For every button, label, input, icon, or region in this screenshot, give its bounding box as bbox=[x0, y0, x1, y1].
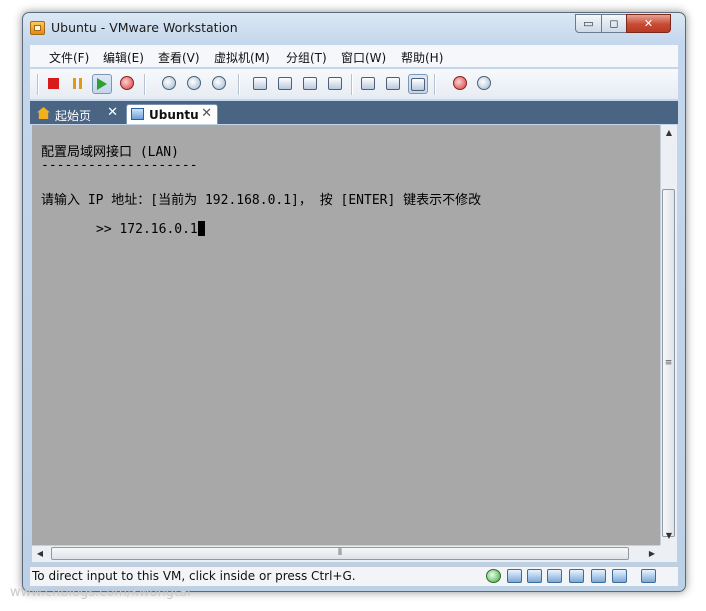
title-bar[interactable]: Ubuntu - VMware Workstation ▭ ◻ ✕ bbox=[23, 13, 685, 43]
menu-edit[interactable]: 编辑(E) bbox=[103, 49, 144, 66]
console-input: >> 172.16.0.1 bbox=[96, 222, 198, 237]
menu-team[interactable]: 分组(T) bbox=[286, 49, 327, 66]
power-off-button[interactable] bbox=[43, 74, 63, 94]
horizontal-scroll-thumb[interactable]: ⦀ bbox=[51, 547, 629, 560]
menu-help[interactable]: 帮助(H) bbox=[401, 49, 443, 66]
status-message: To direct input to this VM, click inside… bbox=[32, 569, 356, 583]
record-button[interactable] bbox=[450, 74, 470, 94]
suspend-button[interactable] bbox=[67, 74, 87, 94]
vertical-scrollbar[interactable]: ▲ ≡ ▼ bbox=[660, 125, 677, 545]
thumbnail-view-button[interactable] bbox=[408, 74, 428, 94]
quick-switch-button[interactable] bbox=[275, 74, 295, 94]
replay-button[interactable] bbox=[474, 74, 494, 94]
toolbar-separator bbox=[238, 74, 240, 95]
scroll-left-icon[interactable]: ◀ bbox=[32, 546, 48, 562]
toolbar-separator bbox=[434, 74, 436, 95]
network-adapter-3-icon[interactable] bbox=[591, 569, 606, 583]
vmware-window: Ubuntu - VMware Workstation ▭ ◻ ✕ 文件(F) … bbox=[22, 12, 686, 592]
tab-label: 起始页 bbox=[55, 109, 92, 123]
record-icon bbox=[453, 76, 467, 90]
console-prompt: 请输入 IP 地址：[当前为 192.168.0.1]， 按 [ENTER] 键… bbox=[41, 193, 482, 208]
tab-ubuntu[interactable]: Ubuntu ✕ bbox=[126, 104, 218, 124]
toolbar bbox=[30, 69, 678, 99]
quick-switch-icon bbox=[278, 77, 292, 90]
console-input-line[interactable]: >> 172.16.0.1 bbox=[96, 221, 205, 237]
close-button[interactable]: ✕ bbox=[626, 14, 671, 33]
full-screen-icon bbox=[303, 77, 317, 90]
full-screen-button[interactable] bbox=[300, 74, 320, 94]
scrollbar-corner bbox=[660, 545, 677, 562]
cdrom-icon[interactable] bbox=[527, 569, 542, 583]
power-on-button[interactable] bbox=[92, 74, 112, 94]
snapshot-manager-button[interactable] bbox=[209, 74, 229, 94]
toolbar-separator bbox=[37, 74, 39, 95]
play-icon bbox=[97, 78, 107, 90]
minimize-button[interactable]: ▭ bbox=[575, 14, 602, 33]
snapshot-button[interactable] bbox=[159, 74, 179, 94]
stop-icon bbox=[47, 78, 59, 89]
scroll-up-icon[interactable]: ▲ bbox=[661, 125, 677, 141]
tab-bar: 起始页 ✕ Ubuntu ✕ bbox=[30, 101, 678, 124]
pause-icon bbox=[72, 78, 76, 89]
replay-icon bbox=[477, 76, 491, 90]
thumbnail-view-icon bbox=[411, 78, 425, 91]
network-adapter-2-icon[interactable] bbox=[569, 569, 584, 583]
horizontal-scrollbar[interactable]: ◀ ⦀ ▶ bbox=[32, 545, 660, 562]
menu-bar: 文件(F) 编辑(E) 查看(V) 虚拟机(M) 分组(T) 窗口(W) 帮助(… bbox=[30, 45, 678, 67]
window-title: Ubuntu - VMware Workstation bbox=[51, 20, 238, 35]
status-bar: To direct input to this VM, click inside… bbox=[30, 566, 678, 586]
console-underline: -------------------- bbox=[41, 158, 198, 173]
reset-icon bbox=[120, 76, 134, 90]
console-view-button[interactable] bbox=[358, 74, 378, 94]
toolbar-separator bbox=[144, 74, 146, 95]
message-log-icon[interactable] bbox=[641, 569, 656, 583]
toolbar-separator bbox=[351, 74, 353, 95]
tab-home[interactable]: 起始页 ✕ bbox=[33, 104, 123, 124]
home-icon bbox=[37, 107, 50, 119]
vmware-app-icon bbox=[30, 21, 45, 35]
summary-view-button[interactable] bbox=[383, 74, 403, 94]
tab-label: Ubuntu bbox=[149, 108, 199, 122]
revert-snapshot-icon bbox=[187, 76, 201, 90]
watermark: www.cnblogs.com/kwongtai bbox=[10, 585, 191, 600]
network-adapter-icon[interactable] bbox=[547, 569, 562, 583]
network-status-icon[interactable] bbox=[486, 569, 501, 583]
usb-device-icon[interactable] bbox=[612, 569, 627, 583]
hard-disk-icon[interactable] bbox=[507, 569, 522, 583]
vm-console[interactable]: 配置局域网接口 (LAN) -------------------- 请输入 I… bbox=[32, 125, 660, 545]
reset-button[interactable] bbox=[117, 74, 137, 94]
vertical-scroll-thumb[interactable]: ≡ bbox=[662, 189, 675, 537]
scroll-down-icon[interactable]: ▼ bbox=[661, 528, 677, 544]
unity-icon bbox=[328, 77, 342, 90]
console-view-icon bbox=[361, 77, 375, 90]
sidebar-icon bbox=[253, 77, 267, 90]
vm-icon bbox=[131, 108, 144, 120]
menu-view[interactable]: 查看(V) bbox=[158, 49, 200, 66]
snapshot-manager-icon bbox=[212, 76, 226, 90]
text-cursor bbox=[197, 221, 205, 236]
summary-view-icon bbox=[386, 77, 400, 90]
maximize-button[interactable]: ◻ bbox=[601, 14, 627, 33]
menu-windows[interactable]: 窗口(W) bbox=[341, 49, 386, 66]
menu-vm[interactable]: 虚拟机(M) bbox=[214, 49, 270, 66]
menu-file[interactable]: 文件(F) bbox=[49, 49, 89, 66]
show-sidebar-button[interactable] bbox=[250, 74, 270, 94]
scroll-right-icon[interactable]: ▶ bbox=[644, 546, 660, 562]
unity-button[interactable] bbox=[325, 74, 345, 94]
close-tab-icon[interactable]: ✕ bbox=[201, 106, 212, 121]
snapshot-icon bbox=[162, 76, 176, 90]
revert-snapshot-button[interactable] bbox=[184, 74, 204, 94]
close-tab-icon[interactable]: ✕ bbox=[107, 105, 118, 120]
